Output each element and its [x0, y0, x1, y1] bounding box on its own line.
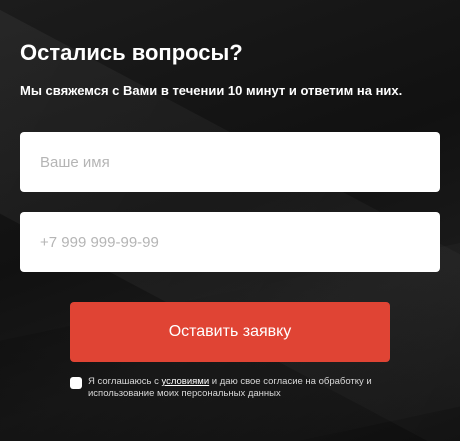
- consent-prefix: Я соглашаюсь с: [88, 376, 162, 387]
- consent-text: Я соглашаюсь с условиями и даю свое согл…: [88, 376, 400, 400]
- form-title: Остались вопросы?: [20, 40, 243, 65]
- terms-link[interactable]: условиями: [161, 376, 209, 387]
- form-subtitle: Мы свяжемся с Вами в течении 10 минут и …: [20, 83, 403, 98]
- submit-request-button[interactable]: Оставить заявку: [70, 302, 390, 362]
- callback-form-panel: Остались вопросы? Мы свяжемся с Вами в т…: [0, 0, 460, 441]
- name-input[interactable]: [20, 132, 440, 192]
- consent-checkbox[interactable]: [70, 377, 82, 389]
- callback-form: Остались вопросы? Мы свяжемся с Вами в т…: [0, 0, 460, 441]
- consent-row: Я соглашаюсь с условиями и даю свое согл…: [70, 376, 400, 400]
- phone-input[interactable]: [20, 212, 440, 272]
